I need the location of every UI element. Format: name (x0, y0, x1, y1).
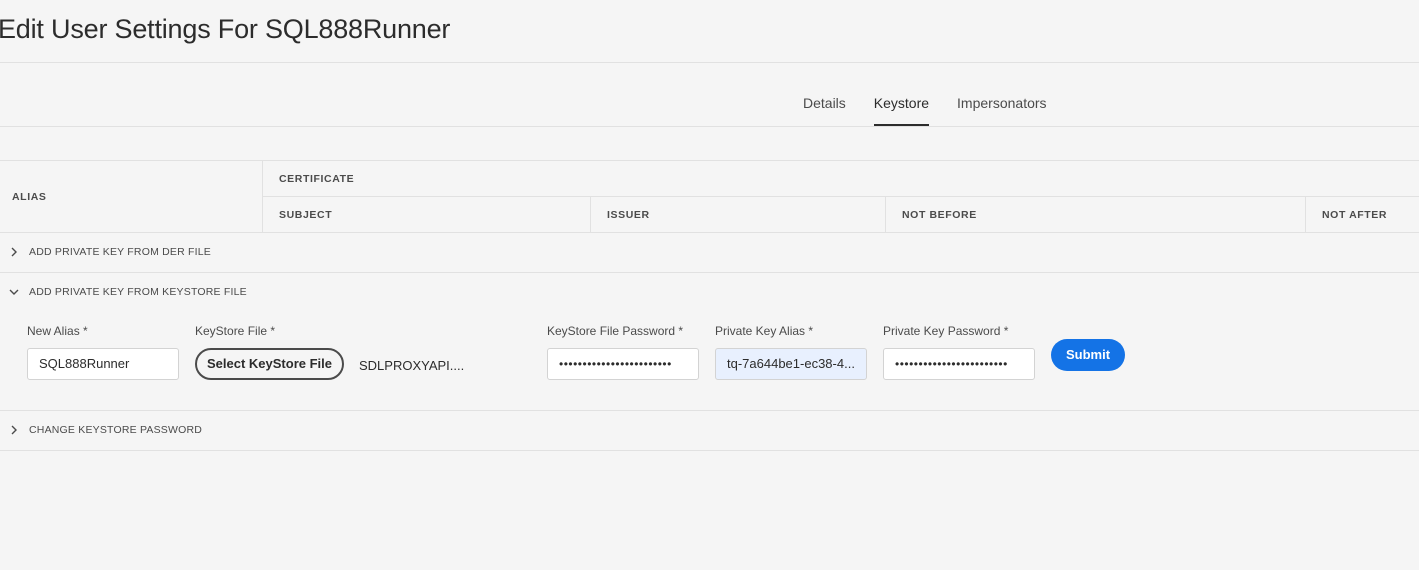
column-header-issuer[interactable]: ISSUER (607, 209, 650, 221)
private-key-alias-label: Private Key Alias * (715, 324, 814, 338)
column-divider (1305, 196, 1306, 232)
column-header-certificate: CERTIFICATE (279, 173, 355, 185)
header-divider (0, 62, 1419, 63)
page-title: Edit User Settings For SQL888Runner (0, 14, 451, 44)
column-divider (590, 196, 591, 232)
select-keystore-file-button[interactable]: Select KeyStore File (195, 348, 344, 380)
private-key-password-label: Private Key Password * (883, 324, 1009, 338)
private-key-alias-input[interactable]: tq-7a644be1-ec38-4... (715, 348, 867, 380)
new-alias-label: New Alias * (27, 324, 88, 338)
accordion-divider (0, 450, 1419, 451)
table-top-border (0, 160, 1419, 161)
column-header-not-before[interactable]: NOT BEFORE (902, 209, 977, 221)
accordion-label: ADD PRIVATE KEY FROM KEYSTORE FILE (29, 286, 247, 298)
accordion-add-keystore[interactable]: ADD PRIVATE KEY FROM KEYSTORE FILE (0, 272, 1419, 312)
new-alias-input[interactable]: SQL888Runner (27, 348, 179, 380)
keystore-password-input[interactable]: •••••••••••••••••••••••• (547, 348, 699, 380)
submit-button[interactable]: Submit (1051, 339, 1125, 371)
column-header-not-after[interactable]: NOT AFTER (1322, 209, 1387, 221)
chevron-right-icon (9, 425, 19, 435)
keystore-file-label: KeyStore File * (195, 324, 276, 338)
certificate-divider (262, 196, 1419, 197)
accordion-change-password[interactable]: CHANGE KEYSTORE PASSWORD (0, 410, 1419, 450)
tabs-divider (0, 126, 1419, 127)
tab-impersonators[interactable]: Impersonators (957, 86, 1046, 126)
column-header-subject[interactable]: SUBJECT (279, 209, 332, 221)
tab-keystore[interactable]: Keystore (873, 86, 930, 126)
column-divider (885, 196, 886, 232)
column-header-alias[interactable]: ALIAS (12, 191, 47, 203)
chevron-down-icon (9, 287, 19, 297)
private-key-password-input[interactable]: •••••••••••••••••••••••• (883, 348, 1035, 380)
keystore-password-label: KeyStore File Password * (547, 324, 684, 338)
tab-bar: Details Keystore Impersonators (803, 86, 1075, 127)
accordion-add-der[interactable]: ADD PRIVATE KEY FROM DER FILE (0, 232, 1419, 272)
selected-file-name: SDLPROXYAPI.... (359, 358, 465, 373)
tab-details[interactable]: Details (803, 86, 846, 126)
accordion-label: CHANGE KEYSTORE PASSWORD (29, 424, 203, 436)
accordion-label: ADD PRIVATE KEY FROM DER FILE (29, 246, 211, 258)
chevron-right-icon (9, 247, 19, 257)
